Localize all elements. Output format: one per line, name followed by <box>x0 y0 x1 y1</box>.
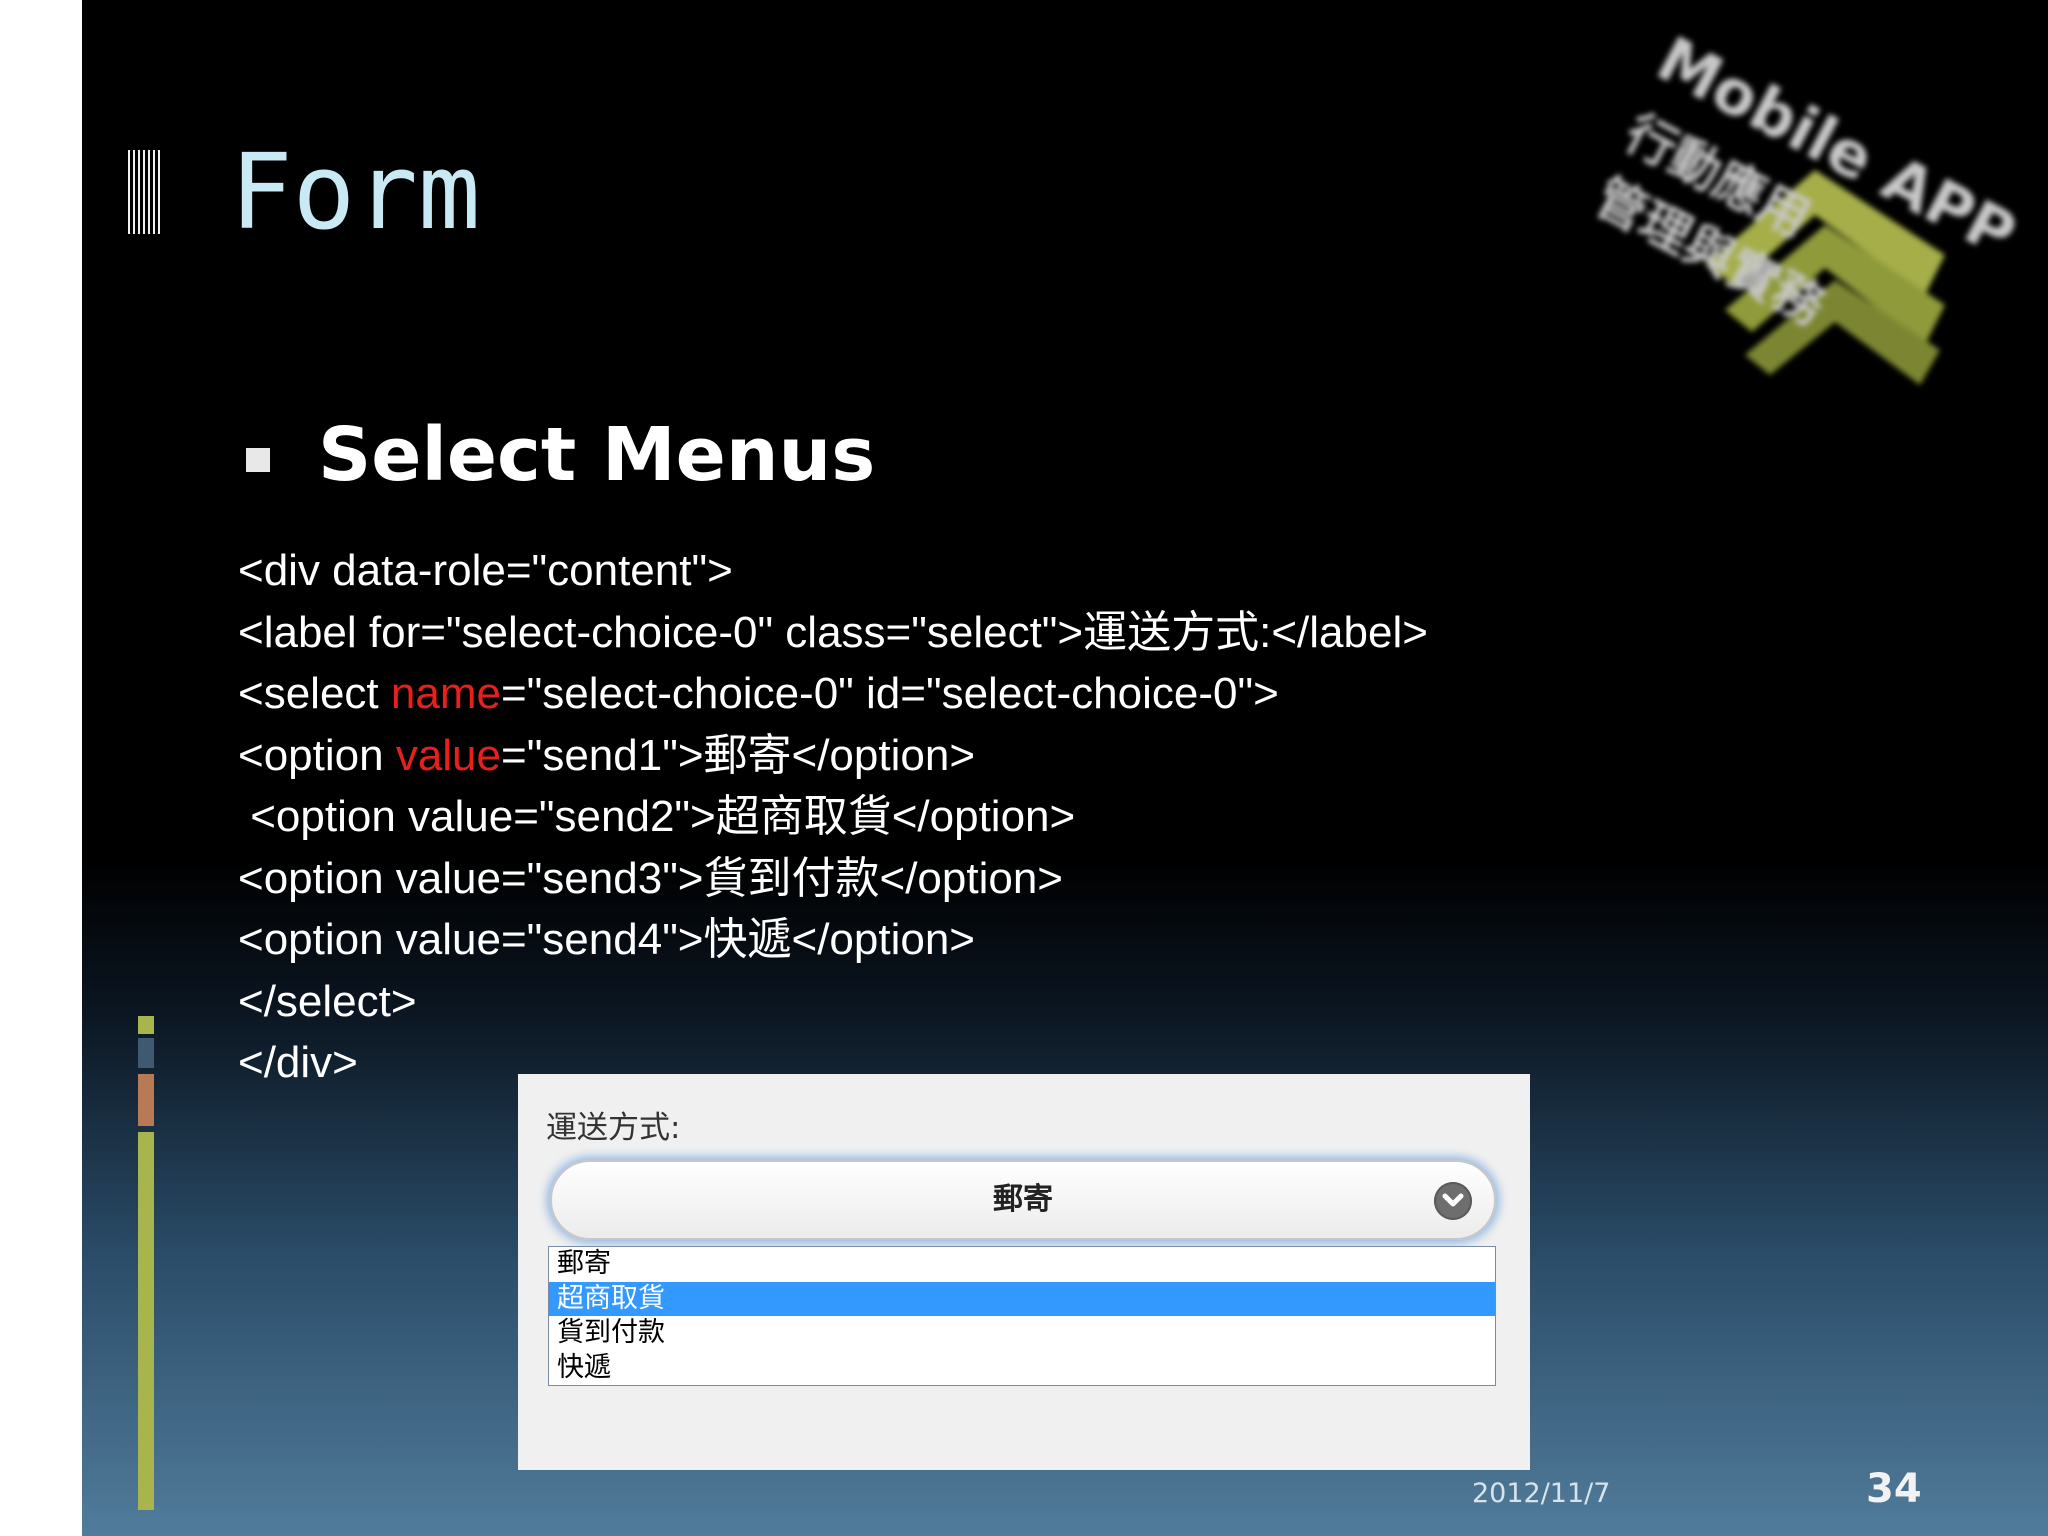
code-line: <label for="select-choice-0" class="sele… <box>238 602 1428 664</box>
code-text: <div data-role="content"> <box>238 546 733 595</box>
bullet-heading: Select Menus <box>318 412 876 498</box>
code-text: ="send1">郵寄</option> <box>501 730 976 780</box>
select-menu-button[interactable]: 郵寄 <box>550 1160 1496 1240</box>
select-option[interactable]: 郵寄 <box>549 1247 1495 1282</box>
code-keyword: value <box>395 730 501 780</box>
code-text: <option <box>238 730 396 780</box>
left-margin <box>0 0 82 1536</box>
decorative-bar <box>138 1074 154 1126</box>
decorative-bar <box>138 1132 154 1510</box>
select-option[interactable]: 超商取貨 <box>549 1281 1495 1316</box>
code-text: <label for="select-choice-0" class="sele… <box>238 607 1428 657</box>
code-line: <option value="send3">貨到付款</option> <box>238 848 1428 910</box>
decorative-bar <box>138 1016 154 1034</box>
decorative-bar <box>138 1038 154 1068</box>
select-options-list: 郵寄 超商取貨 貨到付款 快遞 <box>548 1246 1496 1386</box>
code-text: </select> <box>238 976 417 1026</box>
slide-date: 2012/11/7 <box>1472 1478 1611 1509</box>
code-block: <div data-role="content"> <label for="sel… <box>238 540 1428 1094</box>
select-current-value: 郵寄 <box>993 1182 1053 1217</box>
code-line: <option value="send2">超商取貨</option> <box>238 786 1428 848</box>
select-option[interactable]: 貨到付款 <box>549 1316 1495 1351</box>
code-line: <option value="send1">郵寄</option> <box>238 725 1428 787</box>
page-number: 34 <box>1866 1466 1922 1512</box>
code-line: <option value="send4">快遞</option> <box>238 909 1428 971</box>
select-option[interactable]: 快遞 <box>549 1351 1495 1386</box>
code-line: </select> <box>238 971 1428 1033</box>
decorative-stripes <box>128 150 162 234</box>
code-text: <option value="send4">快遞</option> <box>238 915 975 964</box>
code-text: <option value="send2">超商取貨</option> <box>238 792 1076 841</box>
code-text: ="select-choice-0" id="select-choice-0"> <box>500 669 1279 718</box>
select-label: 運送方式: <box>546 1110 681 1146</box>
code-text: <select <box>238 669 391 718</box>
code-keyword: name <box>390 669 501 718</box>
code-line: <div data-role="content"> <box>238 540 1428 602</box>
mobile-app-logo: Mobile APP 行動應用 管理與實務 <box>1530 10 2028 410</box>
chevron-down-icon <box>1434 1182 1472 1220</box>
code-text: <option value="send3">貨到付款</option> <box>238 853 1063 903</box>
slide-title: Form <box>230 131 481 253</box>
code-text: </div> <box>238 1038 358 1087</box>
bullet-square <box>246 448 270 472</box>
code-line: <select name="select-choice-0" id="selec… <box>238 663 1428 725</box>
select-menu-screenshot: 運送方式: 郵寄 郵寄 超商取貨 貨到付款 快遞 <box>518 1074 1530 1470</box>
